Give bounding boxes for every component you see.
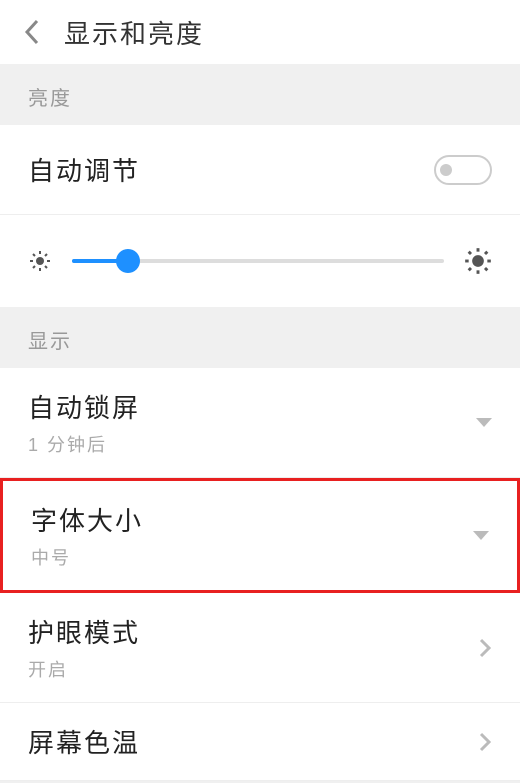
slider-thumb[interactable] xyxy=(116,249,140,273)
auto-lock-value: 1 分钟后 xyxy=(28,431,476,457)
chevron-right-icon xyxy=(478,637,492,659)
font-size-title: 字体大小 xyxy=(31,501,473,538)
brightness-slider[interactable] xyxy=(72,251,444,271)
back-button[interactable] xyxy=(8,8,56,56)
row-auto-adjust[interactable]: 自动调节 xyxy=(0,125,520,215)
color-temp-title: 屏幕色温 xyxy=(28,723,478,760)
page-title: 显示和亮度 xyxy=(64,14,204,51)
row-color-temp[interactable]: 屏幕色温 xyxy=(0,703,520,781)
eye-mode-value: 开启 xyxy=(28,656,478,682)
header: 显示和亮度 xyxy=(0,0,520,64)
row-auto-lock[interactable]: 自动锁屏 1 分钟后 xyxy=(0,368,520,478)
dropdown-icon xyxy=(476,418,492,427)
font-size-value: 中号 xyxy=(31,544,473,570)
row-font-size[interactable]: 字体大小 中号 xyxy=(3,481,517,590)
auto-adjust-label: 自动调节 xyxy=(28,151,434,188)
dropdown-icon xyxy=(473,531,489,540)
highlight-box: 字体大小 中号 xyxy=(0,478,520,593)
section-label-display: 显示 xyxy=(0,307,520,368)
auto-lock-title: 自动锁屏 xyxy=(28,388,476,425)
section-label-brightness: 亮度 xyxy=(0,64,520,125)
row-eye-mode[interactable]: 护眼模式 开启 xyxy=(0,593,520,703)
chevron-left-icon xyxy=(23,18,41,46)
brightness-slider-row xyxy=(0,215,520,307)
auto-adjust-toggle[interactable] xyxy=(434,155,492,185)
toggle-knob xyxy=(440,164,452,176)
brightness-high-icon xyxy=(464,247,492,275)
chevron-right-icon xyxy=(478,731,492,753)
eye-mode-title: 护眼模式 xyxy=(28,613,478,650)
brightness-low-icon xyxy=(28,249,52,273)
